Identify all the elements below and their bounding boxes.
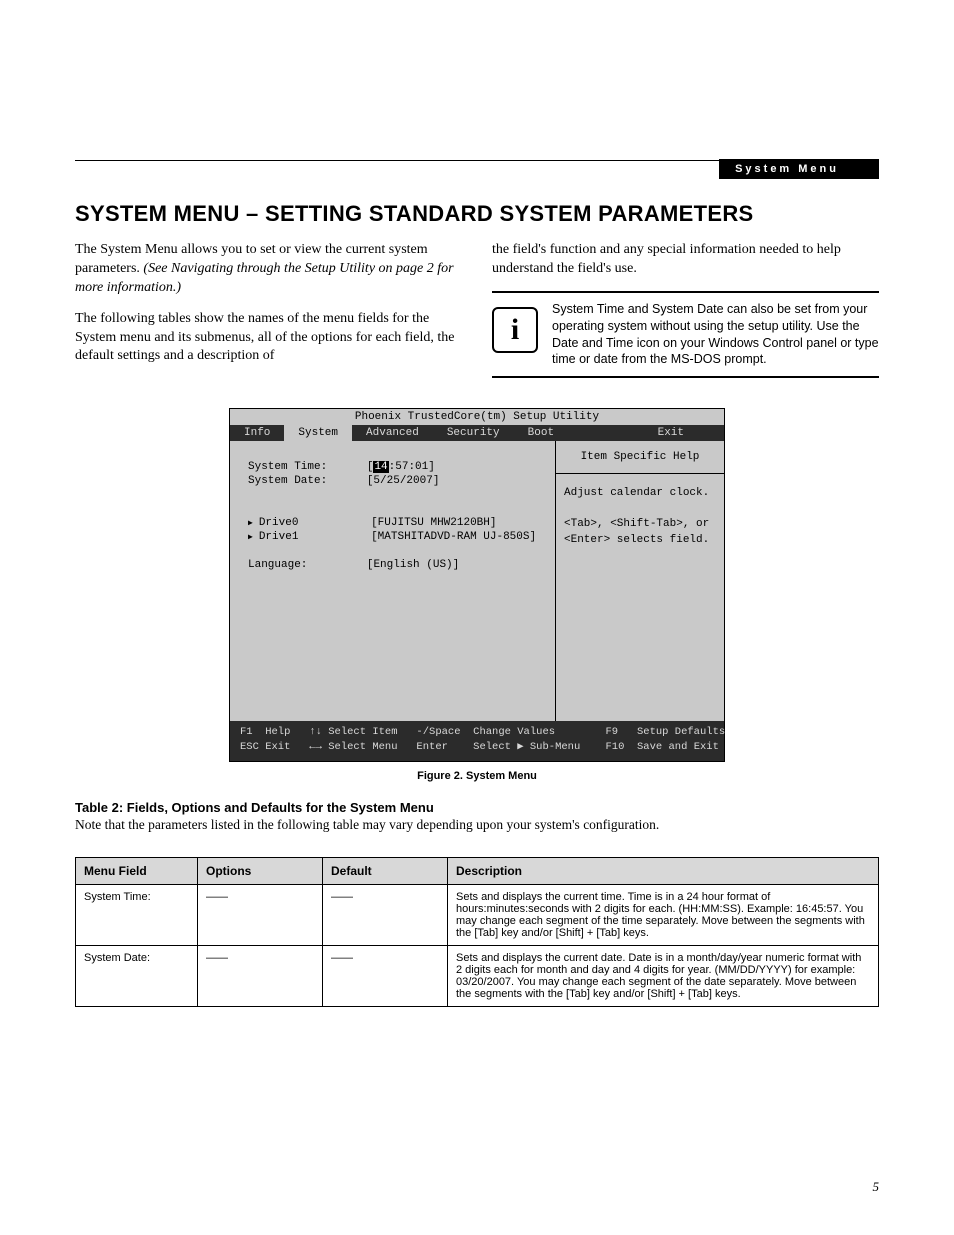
page-number: 5 xyxy=(873,1179,880,1195)
bios-date-label: System Date: xyxy=(248,475,327,487)
bios-footer-line2: ESC Exit ←→ Select Menu Enter Select ▶ S… xyxy=(240,741,719,753)
page-title: SYSTEM MENU – SETTING STANDARD SYSTEM PA… xyxy=(75,201,879,227)
bios-tab-boot: Boot xyxy=(514,425,568,441)
bios-tab-info: Info xyxy=(230,425,284,441)
bios-screenshot: Phoenix TrustedCore(tm) Setup Utility In… xyxy=(229,408,725,761)
bios-time-label: System Time: xyxy=(248,461,327,473)
bios-footer-line1: F1 Help ↑↓ Select Item -/Space Change Va… xyxy=(240,726,725,738)
table-row: System Date: —— —— Sets and displays the… xyxy=(76,945,879,1006)
bios-help-line3: <Enter> selects field. xyxy=(564,533,716,548)
table-row: System Time: —— —— Sets and displays the… xyxy=(76,884,879,945)
info-note-text: System Time and System Date can also be … xyxy=(552,301,879,369)
bios-lang-val: [English (US)] xyxy=(367,559,459,571)
bios-tab-security: Security xyxy=(433,425,514,441)
cell-options: —— xyxy=(198,884,323,945)
th-description: Description xyxy=(448,857,879,884)
bios-help-title: Item Specific Help xyxy=(556,441,724,474)
th-menu-field: Menu Field xyxy=(76,857,198,884)
cell-default: —— xyxy=(323,945,448,1006)
bios-tabs: Info System Advanced Security Boot Exit xyxy=(230,425,724,441)
bios-drive1: Drive1 xyxy=(259,531,299,543)
bios-main-panel: System Time: [14:57:01] System Date: [5/… xyxy=(230,441,556,721)
cell-desc: Sets and displays the current time. Time… xyxy=(448,884,879,945)
cell-field: System Date: xyxy=(76,945,198,1006)
bios-app-title: Phoenix TrustedCore(tm) Setup Utility xyxy=(230,409,724,425)
bios-drive0-val: [FUJITSU MHW2120BH] xyxy=(371,517,496,529)
cell-desc: Sets and displays the current date. Date… xyxy=(448,945,879,1006)
bios-tab-system: System xyxy=(284,425,352,441)
bios-tab-exit: Exit xyxy=(644,425,724,441)
intro-p3: the field's function and any special inf… xyxy=(492,241,879,279)
section-tag: System Menu xyxy=(719,159,879,179)
cell-default: —— xyxy=(323,884,448,945)
cell-options: —— xyxy=(198,945,323,1006)
th-options: Options xyxy=(198,857,323,884)
th-default: Default xyxy=(323,857,448,884)
bios-lang-label: Language: xyxy=(248,559,307,571)
info-icon: i xyxy=(492,307,538,353)
table-note: Note that the parameters listed in the f… xyxy=(75,817,879,833)
bios-drive1-val: [MATSHITADVD-RAM UJ-850S] xyxy=(371,531,536,543)
cell-field: System Time: xyxy=(76,884,198,945)
table-title: Table 2: Fields, Options and Defaults fo… xyxy=(75,800,879,815)
bios-date-val: [5/25/2007] xyxy=(367,475,440,487)
intro-p1: The System Menu allows you to set or vie… xyxy=(75,241,462,298)
header-rule: System Menu xyxy=(75,160,879,161)
bios-time-rest: :57:01] xyxy=(389,461,435,473)
figure-caption: Figure 2. System Menu xyxy=(75,770,879,782)
info-note: i System Time and System Date can also b… xyxy=(492,291,879,379)
bios-help-line2: <Tab>, <Shift-Tab>, or xyxy=(564,517,716,532)
bios-footer: F1 Help ↑↓ Select Item -/Space Change Va… xyxy=(230,721,724,760)
bios-drive0: Drive0 xyxy=(259,517,299,529)
fields-table: Menu Field Options Default Description S… xyxy=(75,857,879,1007)
bios-help-line1: Adjust calendar clock. xyxy=(564,486,716,501)
bios-help-panel: Item Specific Help Adjust calendar clock… xyxy=(556,441,724,721)
intro-p2: The following tables show the names of t… xyxy=(75,310,462,367)
bios-tab-advanced: Advanced xyxy=(352,425,433,441)
bios-time-sel: 14 xyxy=(373,461,388,473)
